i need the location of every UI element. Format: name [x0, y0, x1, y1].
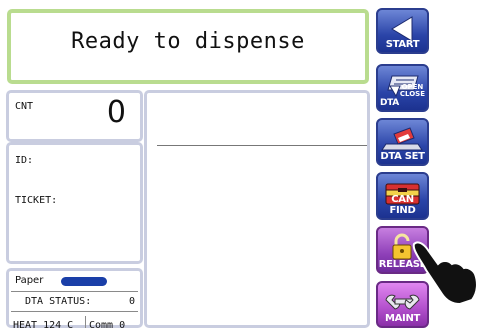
divider — [85, 316, 86, 328]
paper-label: Paper — [15, 275, 44, 286]
comm-readout: Comm 0 — [89, 320, 126, 331]
status-panel: Ready to dispense — [7, 9, 369, 84]
dta-sub-labels: OPEN CLOSE — [400, 84, 425, 98]
maint-button-label: MAINT — [384, 313, 421, 324]
divider — [11, 291, 138, 292]
start-button[interactable]: START — [376, 8, 429, 54]
counter-panel: CNT 0 — [6, 90, 143, 142]
start-button-label: START — [385, 39, 420, 50]
dta-set-icon — [378, 124, 427, 154]
counter-value: 0 — [106, 95, 126, 130]
main-divider — [157, 145, 367, 146]
can-find-button[interactable]: CAN FIND — [376, 172, 429, 220]
main-display-panel — [144, 90, 370, 328]
dta-close-label: CLOSE — [399, 90, 425, 98]
counter-label: CNT — [15, 101, 34, 112]
dta-status-label: DTA STATUS: — [25, 296, 92, 307]
divider — [11, 311, 138, 312]
dta-set-button[interactable]: DTA SET — [376, 118, 429, 166]
status-message: Ready to dispense — [71, 29, 305, 54]
dta-set-button-label: DTA SET — [380, 151, 425, 162]
dta-status-value: 0 — [128, 296, 135, 307]
ticket-info-panel: ID: TICKET: — [6, 142, 143, 264]
hand-pointer-icon — [408, 236, 481, 306]
dta-label-main: DTA — [380, 98, 399, 108]
dta-open-close-button[interactable]: DTA OPEN CLOSE — [376, 64, 429, 112]
can-find-button-label: CAN FIND — [389, 194, 416, 216]
dta-button-label: DTA — [378, 98, 427, 108]
device-status-panel: Paper DTA STATUS: 0 HEAT 124 C Comm 0 — [6, 268, 143, 331]
paper-level-bar — [61, 277, 107, 286]
id-label: ID: — [15, 155, 34, 166]
heat-readout: HEAT 124 C — [13, 320, 74, 331]
ticket-label: TICKET: — [15, 195, 58, 206]
